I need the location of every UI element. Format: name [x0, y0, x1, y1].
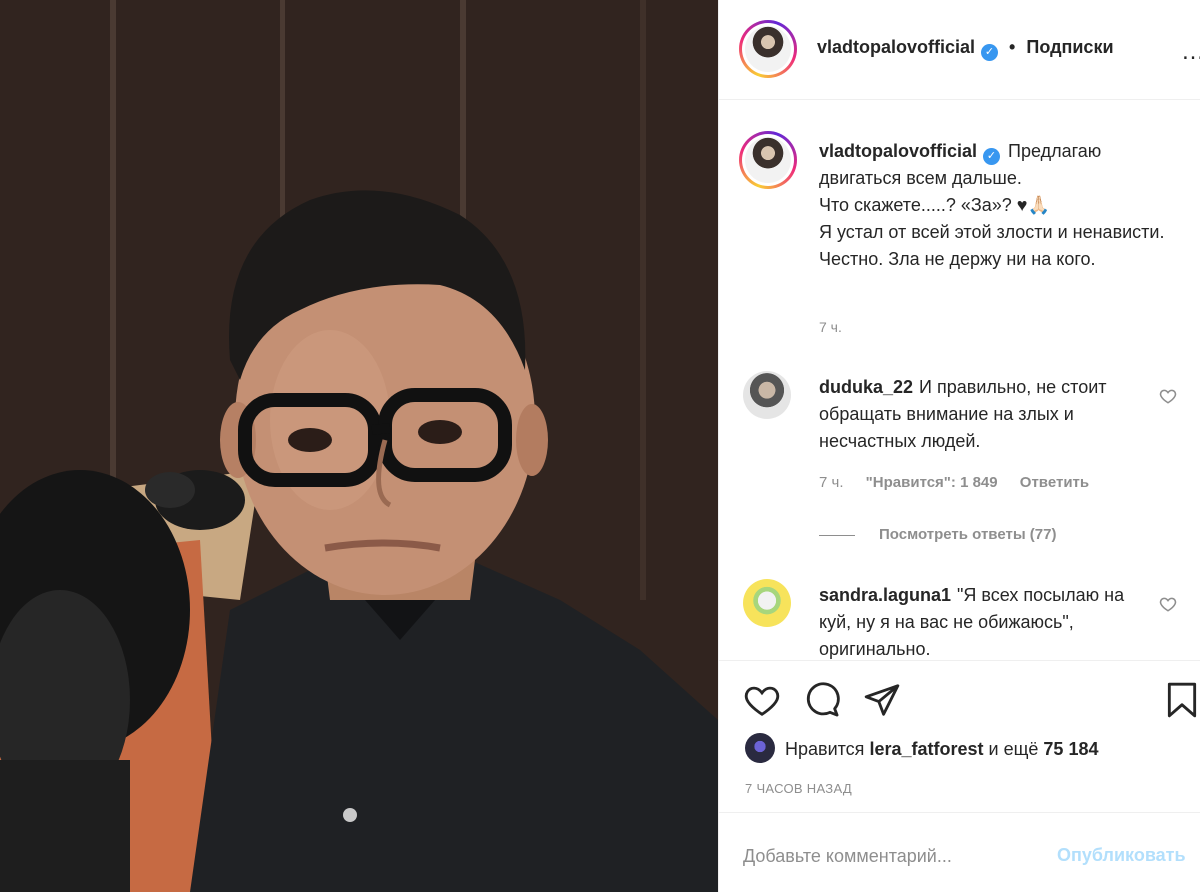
caption-username[interactable]: vladtopalovofficial [819, 141, 977, 161]
post-header: vladtopalovofficial ✓ • Подписки … [719, 0, 1200, 100]
caption-text: vladtopalovofficial ✓ Предлагаю двигаться … [819, 138, 1179, 273]
post-photo[interactable] [0, 0, 718, 892]
caption-line-3: Я устал от всей этой злости и ненависти.… [819, 222, 1165, 269]
view-replies-button[interactable]: Посмотреть ответы (77) [819, 526, 1056, 543]
post-actions: Нравится lera_fatforest и ещё 75 184 7 Ч… [719, 660, 1200, 810]
heart-icon[interactable] [743, 681, 781, 719]
share-icon[interactable] [863, 681, 901, 719]
comment-like-heart-icon[interactable] [1159, 387, 1177, 405]
author-avatar[interactable] [739, 20, 797, 78]
author-username[interactable]: vladtopalovofficial [817, 37, 975, 57]
bookmark-icon[interactable] [1163, 681, 1200, 719]
commenter-avatar[interactable] [743, 579, 791, 627]
comment-time[interactable]: 7 ч. [819, 474, 844, 491]
caption-line-2: Что скажете.....? «За»? ♥🙏🏻 [819, 195, 1050, 215]
verified-badge-icon: ✓ [983, 148, 1001, 165]
view-replies-label: Посмотреть ответы (77) [879, 526, 1057, 543]
verified-badge-icon: ✓ [981, 44, 999, 61]
separator-dot: • [1009, 37, 1016, 57]
post-timestamp[interactable]: 7 ЧАСОВ НАЗАД [745, 781, 852, 796]
likes-prefix: Нравится [785, 739, 865, 759]
comment-text: duduka_22 И правильно, не стоит обращать … [819, 374, 1149, 455]
post-details-panel: vladtopalovofficial ✓ • Подписки … vladto… [718, 0, 1200, 892]
likes-summary: Нравится lera_fatforest и ещё 75 184 [745, 733, 1098, 763]
caption-author-avatar[interactable] [739, 131, 797, 189]
publish-button[interactable]: Опубликовать [1057, 845, 1186, 866]
caption-time[interactable]: 7 ч. [819, 319, 842, 335]
photo-illustration [0, 0, 718, 892]
comment-likes-count[interactable]: "Нравится": 1 849 [866, 474, 998, 491]
replies-divider [819, 534, 855, 536]
comment-icon[interactable] [803, 681, 841, 719]
comment-input[interactable] [743, 839, 1043, 873]
more-icon[interactable]: … [1181, 38, 1200, 66]
add-comment-bar: Опубликовать [719, 812, 1200, 892]
liker-avatar[interactable] [745, 733, 775, 763]
liker-username[interactable]: lera_fatforest [869, 739, 983, 759]
commenter-username[interactable]: duduka_22 [819, 377, 913, 397]
commenter-username[interactable]: sandra.laguna1 [819, 585, 951, 605]
comment-meta: 7 ч. "Нравится": 1 849 Ответить [819, 474, 1107, 491]
likes-count[interactable]: 75 184 [1043, 739, 1098, 759]
commenter-avatar[interactable] [743, 371, 791, 419]
following-button[interactable]: Подписки [1026, 37, 1113, 57]
reply-button[interactable]: Ответить [1020, 474, 1089, 491]
comments-list[interactable]: vladtopalovofficial ✓ Предлагаю двигаться … [719, 101, 1200, 659]
comment-text: sandra.laguna1 "Я всех посылаю на куй, ну… [819, 582, 1149, 659]
likes-suffix: и ещё [988, 739, 1039, 759]
comment-like-heart-icon[interactable] [1159, 595, 1177, 613]
author-row: vladtopalovofficial ✓ • Подписки [817, 37, 1114, 61]
